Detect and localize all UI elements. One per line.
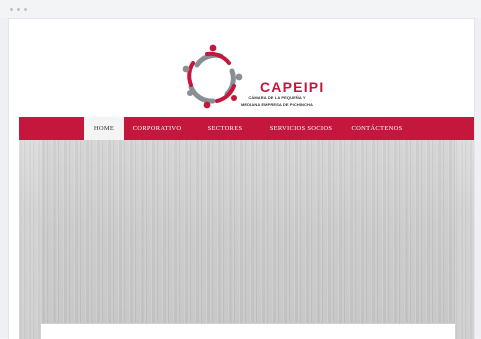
main-navigation: HOME CORPORATIVO SECTORES SERVICIOS SOCI… <box>19 117 474 140</box>
window-chrome <box>0 0 481 18</box>
window-dot-icon[interactable] <box>10 8 13 11</box>
window-dot-icon[interactable] <box>24 8 27 11</box>
hero-slider[interactable] <box>41 140 455 323</box>
content-area <box>41 324 455 339</box>
window-controls <box>10 8 27 11</box>
brand-subtitle: CÁMARA DE LA PEQUEÑA Y MEDIANA EMPRESA D… <box>237 94 317 108</box>
nav-items: HOME CORPORATIVO SECTORES SERVICIOS SOCI… <box>84 117 412 140</box>
hero-banner-background <box>19 140 474 339</box>
page-viewport: CAPEIPI CÁMARA DE LA PEQUEÑA Y MEDIANA E… <box>8 18 475 339</box>
nav-item-corporativo[interactable]: CORPORATIVO <box>124 117 190 140</box>
brand-subtitle-line1: CÁMARA DE LA PEQUEÑA Y <box>248 95 306 100</box>
nav-item-servicios-socios[interactable]: SERVICIOS SOCIOS <box>260 117 342 140</box>
browser-frame: CAPEIPI CÁMARA DE LA PEQUEÑA Y MEDIANA E… <box>0 0 481 339</box>
nav-item-sectores[interactable]: SECTORES <box>190 117 260 140</box>
brand-name: CAPEIPI <box>260 79 325 95</box>
nav-item-home[interactable]: HOME <box>84 117 124 140</box>
site-logo[interactable]: CAPEIPI CÁMARA DE LA PEQUEÑA Y MEDIANA E… <box>177 41 323 111</box>
nav-item-contactenos[interactable]: CONTÁCTENOS <box>342 117 412 140</box>
window-dot-icon[interactable] <box>17 8 20 11</box>
brand-subtitle-line2: MEDIANA EMPRESA DE PICHINCHA <box>240 102 314 107</box>
